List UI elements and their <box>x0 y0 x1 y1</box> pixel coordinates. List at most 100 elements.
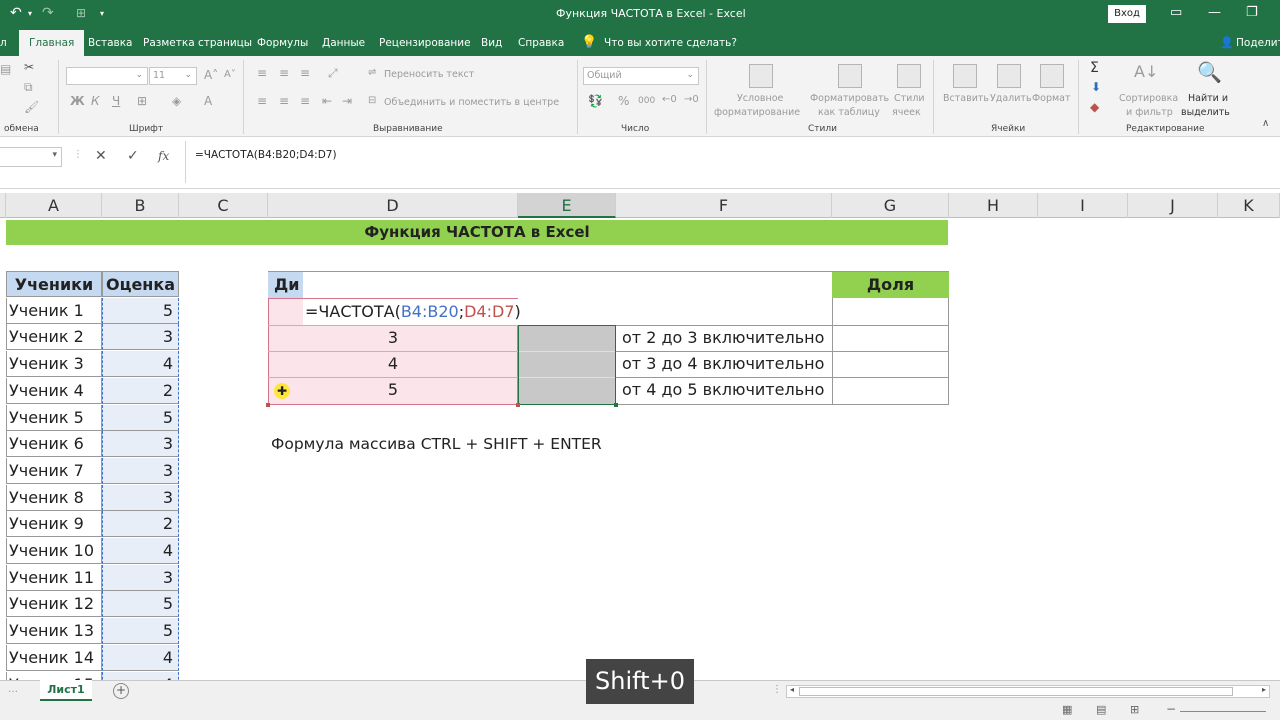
col-header-k[interactable]: K <box>1218 193 1280 218</box>
range-handle[interactable] <box>266 403 270 407</box>
sort-filter-line2[interactable]: и фильтр <box>1126 107 1173 118</box>
format-table-line1[interactable]: Форматировать <box>810 93 889 104</box>
col-header-c[interactable]: C <box>179 193 268 218</box>
student-grade-cell[interactable]: 3 <box>102 431 179 458</box>
range-handle[interactable] <box>516 403 520 407</box>
cond-format-line2[interactable]: форматирование <box>714 107 800 118</box>
banner-title[interactable]: Функция ЧАСТОТА в Excel <box>6 220 948 245</box>
col-header-d[interactable]: D <box>268 193 518 218</box>
tab-clipped[interactable]: л <box>0 37 7 49</box>
tab-review[interactable]: Рецензирование <box>379 37 471 49</box>
worksheet-grid[interactable]: Функция ЧАСТОТА в Excel Ученики Оценка Уче… <box>0 218 1280 680</box>
student-grade-cell[interactable]: 3 <box>102 484 179 511</box>
tab-formulas[interactable]: Формулы <box>257 37 308 49</box>
fill-color-icon[interactable]: ◈ <box>172 94 181 108</box>
fill-handle[interactable] <box>614 403 618 407</box>
student-grade-cell[interactable]: 4 <box>102 351 179 378</box>
find-select-line1[interactable]: Найти и <box>1188 93 1228 104</box>
ribbon-display-icon[interactable]: ▭ <box>1170 5 1182 20</box>
redo-icon[interactable]: ↷ <box>42 5 54 21</box>
tab-split-handle[interactable]: ⋮ <box>772 684 782 695</box>
ranges-header[interactable]: Ди <box>268 272 303 298</box>
array-formula-note[interactable]: Формула массива CTRL + SHIFT + ENTER <box>271 431 602 457</box>
format-table-line2[interactable]: как таблицу <box>818 107 880 118</box>
student-grade-cell[interactable]: 4 <box>102 644 179 671</box>
tell-me-search[interactable]: Что вы хотите сделать? <box>604 37 737 49</box>
add-sheet-button[interactable]: + <box>113 683 129 699</box>
scrollbar-thumb[interactable] <box>799 687 1233 696</box>
student-name-cell[interactable]: Ученик 9 <box>6 511 102 538</box>
share-button[interactable]: Поделить <box>1236 37 1280 49</box>
student-name-cell[interactable]: Ученик 2 <box>6 324 102 351</box>
page-break-view-icon[interactable]: ⊞ <box>1130 703 1139 716</box>
cell-styles-line1[interactable]: Стили <box>894 93 925 104</box>
align-right-icon[interactable]: ≡ <box>300 94 310 108</box>
name-box-dropdown-icon[interactable]: ▾ <box>52 150 57 160</box>
cut-icon[interactable]: ✂ <box>24 60 34 74</box>
scroll-right-icon[interactable]: ▸ <box>1262 685 1266 694</box>
horizontal-scrollbar[interactable]: ◂ ▸ <box>786 685 1270 698</box>
student-name-cell[interactable]: Ученик 15 <box>6 671 102 680</box>
increase-indent-icon[interactable]: ⇥ <box>342 94 352 108</box>
increase-font-icon[interactable]: A˄ <box>204 68 218 82</box>
student-grade-cell[interactable]: 2 <box>102 377 179 404</box>
student-name-cell[interactable]: Ученик 12 <box>6 591 102 618</box>
font-size-combo[interactable]: 11 ⌄ <box>149 67 197 85</box>
restore-icon[interactable]: ❐ <box>1246 5 1258 20</box>
tab-page-layout[interactable]: Разметка страницы <box>143 37 252 49</box>
table-icon[interactable]: ⊞ <box>76 6 86 20</box>
paste-icon[interactable]: ▤ <box>0 62 11 76</box>
delete-cells-button[interactable]: Удалить <box>990 93 1032 104</box>
merge-icon[interactable]: ⊟ <box>368 95 376 106</box>
bin-value[interactable]: 3 <box>268 325 518 351</box>
find-icon[interactable]: 🔍 <box>1197 60 1222 84</box>
col-header-a[interactable]: A <box>6 193 102 218</box>
bin-label[interactable]: от 3 до 4 включительно <box>622 351 824 377</box>
col-header-e[interactable]: E <box>518 193 616 218</box>
col-header-h[interactable]: H <box>949 193 1038 218</box>
minimize-icon[interactable]: — <box>1208 5 1221 20</box>
font-color-icon[interactable]: A <box>204 94 212 108</box>
zoom-out-icon[interactable]: − <box>1166 702 1176 716</box>
underline-button[interactable]: Ч <box>112 94 120 108</box>
share-icon[interactable]: 👤 <box>1220 36 1234 49</box>
student-name-cell[interactable]: Ученик 14 <box>6 644 102 671</box>
share-header[interactable]: Доля <box>832 272 949 298</box>
student-name-cell[interactable]: Ученик 6 <box>6 431 102 458</box>
col-header-g[interactable]: G <box>832 193 949 218</box>
decrease-decimal-icon[interactable]: →0 <box>684 94 699 105</box>
student-grade-cell[interactable]: 4 <box>102 538 179 564</box>
font-name-combo[interactable]: ⌄ <box>66 67 148 85</box>
student-grade-cell[interactable]: 5 <box>102 297 179 324</box>
col-header-i[interactable]: I <box>1038 193 1128 218</box>
clear-icon[interactable]: ◆ <box>1090 100 1099 114</box>
wrap-text-button[interactable]: Переносить текст <box>384 69 474 80</box>
student-grade-cell[interactable]: 5 <box>102 591 179 618</box>
format-painter-icon[interactable]: 🖌 <box>24 100 39 114</box>
student-grade-cell[interactable]: 3 <box>102 457 179 484</box>
student-name-cell[interactable]: Ученик 8 <box>6 484 102 511</box>
align-top-icon[interactable]: ≡ <box>257 66 267 80</box>
sort-filter-line1[interactable]: Сортировка <box>1119 93 1178 104</box>
decrease-indent-icon[interactable]: ⇤ <box>322 94 332 108</box>
decrease-font-icon[interactable]: A˅ <box>224 69 236 80</box>
cancel-icon[interactable]: ✕ <box>95 148 107 164</box>
cell-styles-line2[interactable]: ячеек <box>892 107 921 118</box>
bin-value[interactable]: 5 <box>268 377 518 403</box>
increase-decimal-icon[interactable]: ←0 <box>662 94 677 105</box>
student-name-cell[interactable]: Ученик 1 <box>6 297 102 324</box>
name-box[interactable]: ▾ <box>0 147 62 167</box>
ellipsis-icon[interactable]: … <box>8 684 18 695</box>
student-name-cell[interactable]: Ученик 11 <box>6 564 102 591</box>
insert-cells-button[interactable]: Вставить <box>943 93 989 104</box>
align-bottom-icon[interactable]: ≡ <box>300 66 310 80</box>
student-grade-cell[interactable]: 3 <box>102 564 179 591</box>
zoom-slider[interactable] <box>1180 711 1266 712</box>
formula-input[interactable]: =ЧАСТОТА(B4:B20;D4:D7) <box>185 141 1280 183</box>
wrap-text-icon[interactable]: ⇌ <box>368 67 376 78</box>
student-name-cell[interactable]: Ученик 13 <box>6 618 102 645</box>
align-left-icon[interactable]: ≡ <box>257 94 267 108</box>
bin-value[interactable]: 4 <box>268 351 518 377</box>
fill-icon[interactable]: ⬇ <box>1091 80 1101 94</box>
tab-data[interactable]: Данные <box>322 37 365 49</box>
